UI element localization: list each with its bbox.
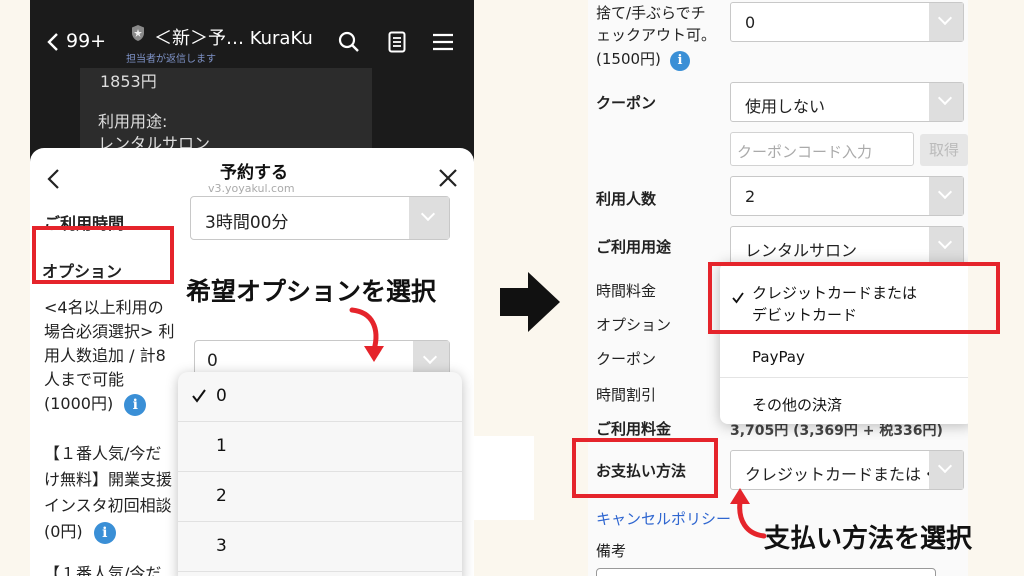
hamburger-icon[interactable] xyxy=(432,33,454,51)
select-arrow xyxy=(929,83,963,121)
usage-select-value: レンタルサロン xyxy=(745,241,858,260)
option1-line: 用人数追加 / 計8 xyxy=(44,346,166,365)
note-icon[interactable] xyxy=(388,31,406,53)
coupon-code-input[interactable]: クーポンコード入力 xyxy=(730,132,914,166)
option1-line: 場合必須選択> 利 xyxy=(44,322,175,341)
close-icon[interactable] xyxy=(438,168,458,188)
chevron-left-icon xyxy=(47,33,58,51)
bubble-price: 1853円 xyxy=(100,72,157,91)
chevron-down-icon xyxy=(420,206,436,222)
summary-time-discount: 時間割引 xyxy=(596,386,657,404)
curved-arrow-icon xyxy=(349,307,384,362)
option-row0-select[interactable]: 0 xyxy=(730,2,964,42)
option2-line: 【１番人気/今だ xyxy=(44,444,162,463)
summary-coupon: クーポン xyxy=(596,350,657,368)
coupon-apply-button[interactable]: 取得 xyxy=(920,134,968,166)
highlight-box-options xyxy=(32,226,174,284)
chevron-down-icon xyxy=(422,349,438,365)
time-select[interactable]: 3時間00分 xyxy=(190,196,450,240)
unread-count: 99+ xyxy=(66,30,107,52)
option2-line: け無料】開業支援 xyxy=(44,470,173,489)
option-dropdown-list[interactable]: 0 1 2 3 xyxy=(178,372,462,576)
select-arrow xyxy=(929,177,963,215)
row0-price: (1500円) xyxy=(596,50,661,68)
dropdown-option-label: 3 xyxy=(216,536,227,556)
select-arrow xyxy=(409,197,449,239)
people-select-value: 2 xyxy=(745,187,756,206)
option1-line: <4名以上利用の xyxy=(44,298,164,317)
chevron-down-icon xyxy=(937,458,953,474)
total-label: ご利用料金 xyxy=(596,420,672,438)
payment-option-paypay-label: PayPay xyxy=(752,348,805,366)
payment-option-other[interactable]: その他の決済 xyxy=(720,378,968,424)
sheet-url: v3.yoyakul.com xyxy=(208,182,295,195)
notes-label: 備考 xyxy=(596,542,627,560)
coupon-label: クーポン xyxy=(596,94,657,112)
summary-option: オプション xyxy=(596,316,672,334)
chat-message-bubble: 1853円 利用用途: レンタルサロン xyxy=(80,68,372,158)
people-label: 利用人数 xyxy=(596,190,657,208)
chat-header: 99+ ＜新＞予… KuraKu 担当者が返信します xyxy=(30,0,474,70)
row0-line: 捨て/手ぶらでチ xyxy=(596,4,706,22)
info-icon[interactable]: i xyxy=(669,51,690,71)
cancel-policy-link[interactable]: キャンセルポリシー xyxy=(596,508,731,529)
annotation-select-option: 希望オプションを選択 xyxy=(182,272,441,308)
option1-select-value: 0 xyxy=(207,351,218,371)
highlight-box-payment-label xyxy=(572,438,718,498)
chat-subtitle: 担当者が返信します xyxy=(126,54,216,65)
summary-time-fee: 時間料金 xyxy=(596,282,657,300)
highlight-box-credit-option xyxy=(708,262,1000,334)
option1-text: <4名以上利用の 場合必須選択> 利 用人数追加 / 計8 人まで可能 (100… xyxy=(44,294,194,416)
search-icon[interactable] xyxy=(338,31,360,53)
chevron-down-icon xyxy=(937,90,953,106)
annotation-select-payment: 支払い方法を選択 xyxy=(764,524,973,554)
left-phone-screenshot: 99+ ＜新＞予… KuraKu 担当者が返信します 1853円 利用用途: レ… xyxy=(30,0,474,576)
dropdown-option[interactable]: 3 xyxy=(178,522,462,572)
option2-line: インスタ初回相談 xyxy=(44,496,172,515)
option2-text: 【１番人気/今だ け無料】開業支援 インスタ初回相談 (0円) i xyxy=(44,440,194,546)
chevron-down-icon xyxy=(937,234,953,250)
row0-select-value: 0 xyxy=(745,13,756,32)
chat-title: ＜新＞予… KuraKu xyxy=(154,28,313,49)
chevron-down-icon xyxy=(937,10,953,26)
dropdown-option-label: 0 xyxy=(216,386,227,406)
coupon-select[interactable]: 使用しない xyxy=(730,82,964,122)
notes-textarea[interactable] xyxy=(596,568,936,576)
payment-option-other-label: その他の決済 xyxy=(752,396,843,414)
row0-line: ェックアウト可。 xyxy=(596,26,717,44)
coupon-select-value: 使用しない xyxy=(745,97,826,116)
chevron-down-icon xyxy=(937,184,953,200)
bubble-usage-label: 利用用途: xyxy=(98,112,168,131)
option1-line: 人まで可能 xyxy=(44,370,125,389)
sheet-title: 予約する xyxy=(220,163,288,183)
coupon-code-placeholder: クーポンコード入力 xyxy=(737,143,873,161)
chevron-left-icon[interactable] xyxy=(46,168,60,190)
people-select[interactable]: 2 xyxy=(730,176,964,216)
info-icon[interactable]: i xyxy=(93,522,116,544)
usage-label: ご利用用途 xyxy=(596,238,672,256)
background-patch xyxy=(474,436,534,520)
option-row0-text: 捨て/手ぶらでチ ェックアウト可。 (1500円) i xyxy=(596,2,730,72)
option2-price: (0円) xyxy=(44,522,83,541)
select-arrow xyxy=(929,451,963,489)
dropdown-option-label: 2 xyxy=(216,486,227,506)
select-arrow xyxy=(929,227,963,265)
select-arrow xyxy=(929,3,963,41)
time-select-value: 3時間00分 xyxy=(205,213,289,233)
dropdown-option-label: 1 xyxy=(216,436,227,456)
check-icon xyxy=(192,389,206,403)
info-icon[interactable]: i xyxy=(124,394,147,416)
option3-line: 【１番人気/今だ xyxy=(44,564,162,576)
dropdown-option[interactable]: 1 xyxy=(178,422,462,472)
arrow-right-icon xyxy=(500,272,560,332)
reservation-sheet: 予約する v3.yoyakul.com ご利用時間 3時間00分 オプション <… xyxy=(30,148,474,576)
shield-icon xyxy=(132,25,144,41)
option1-price: (1000円) xyxy=(44,394,114,413)
dropdown-option[interactable]: 2 xyxy=(178,472,462,522)
dropdown-option[interactable]: 0 xyxy=(178,372,462,422)
back-button[interactable]: 99+ xyxy=(46,28,116,56)
payment-option-paypay[interactable]: PayPay xyxy=(720,332,968,378)
usage-select[interactable]: レンタルサロン xyxy=(730,226,964,266)
